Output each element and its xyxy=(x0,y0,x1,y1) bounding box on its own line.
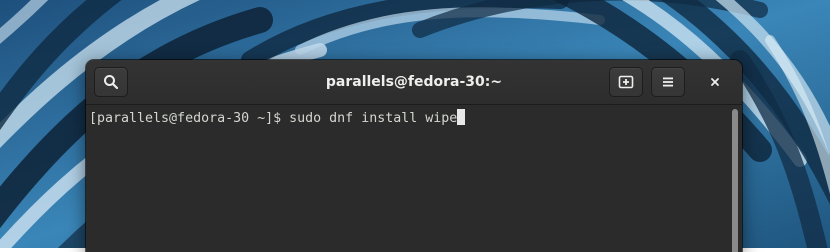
search-button[interactable] xyxy=(94,67,128,97)
terminal-window: parallels@fedora-30:~ [parallels@fedora-… xyxy=(86,60,742,252)
search-icon xyxy=(104,75,119,90)
close-icon xyxy=(711,78,719,86)
new-tab-icon xyxy=(618,75,634,89)
text-cursor xyxy=(457,109,466,125)
shell-prompt: [parallels@fedora-30 ~]$ xyxy=(89,111,290,126)
terminal-line: [parallels@fedora-30 ~]$ sudo dnf instal… xyxy=(89,109,466,128)
terminal-area[interactable]: [parallels@fedora-30 ~]$ sudo dnf instal… xyxy=(86,105,742,252)
hamburger-menu-icon xyxy=(663,77,673,87)
window-title: parallels@fedora-30:~ xyxy=(325,74,503,90)
scrollbar[interactable] xyxy=(732,109,738,252)
menu-button[interactable] xyxy=(651,67,685,97)
new-tab-button[interactable] xyxy=(609,67,643,97)
close-button[interactable] xyxy=(698,67,732,97)
typed-command: sudo dnf install wipe xyxy=(289,111,458,126)
headerbar: parallels@fedora-30:~ xyxy=(86,60,742,105)
